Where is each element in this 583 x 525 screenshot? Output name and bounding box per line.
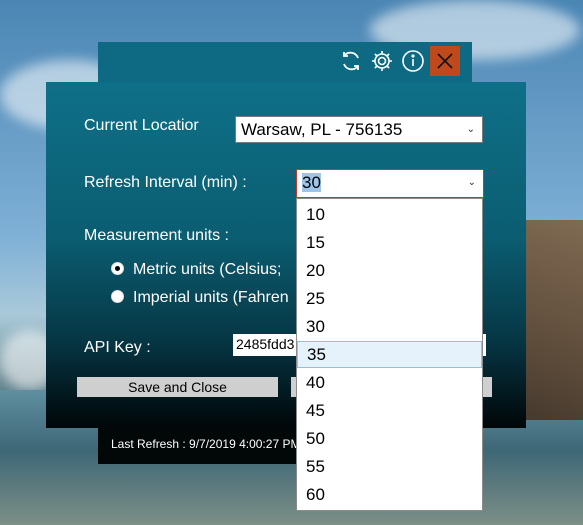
gear-icon[interactable]	[369, 48, 395, 74]
dropdown-option[interactable]: 45	[297, 397, 482, 424]
dropdown-option-highlighted[interactable]: 35	[297, 341, 482, 368]
refresh-interval-dropdown-list[interactable]: 10 15 20 25 30 35 40 45 50 55 60	[296, 198, 483, 511]
chevron-down-icon: ⌄	[466, 124, 475, 135]
dropdown-option[interactable]: 20	[297, 257, 482, 284]
imperial-radio[interactable]	[111, 290, 124, 303]
imperial-units-label: Imperial units (Fahren	[133, 289, 289, 306]
close-icon	[435, 51, 455, 71]
measurement-units-label: Measurement units :	[84, 227, 229, 244]
metric-radio[interactable]	[111, 262, 124, 275]
dropdown-option[interactable]: 50	[297, 425, 482, 452]
dropdown-option[interactable]: 60	[297, 481, 482, 508]
dropdown-option[interactable]: 55	[297, 453, 482, 480]
location-value: Warsaw, PL - 756135	[241, 120, 403, 139]
dropdown-option[interactable]: 40	[297, 369, 482, 396]
refresh-icon[interactable]	[338, 48, 364, 74]
last-refresh-text: Last Refresh : 9/7/2019 4:00:27 PM	[111, 437, 301, 451]
info-icon[interactable]	[400, 48, 426, 74]
refresh-interval-value: 30	[302, 173, 321, 192]
api-key-input[interactable]: 2485fdd3	[233, 334, 301, 356]
current-location-label: Current Locatior	[84, 117, 199, 134]
chevron-down-icon: ⌄	[467, 177, 476, 188]
refresh-interval-label: Refresh Interval (min) :	[84, 174, 247, 191]
save-and-close-button[interactable]: Save and Close	[77, 377, 278, 397]
location-combobox[interactable]: Warsaw, PL - 756135 ⌄	[235, 116, 483, 143]
api-key-label: API Key :	[84, 339, 151, 356]
close-button[interactable]	[430, 46, 460, 76]
refresh-interval-combobox[interactable]: 30 ⌄	[296, 169, 484, 198]
dropdown-option[interactable]: 25	[297, 285, 482, 312]
dropdown-option[interactable]: 15	[297, 229, 482, 256]
dropdown-option[interactable]: 30	[297, 313, 482, 340]
metric-units-label: Metric units (Celsius;	[133, 261, 282, 278]
dropdown-option[interactable]: 10	[297, 201, 482, 228]
